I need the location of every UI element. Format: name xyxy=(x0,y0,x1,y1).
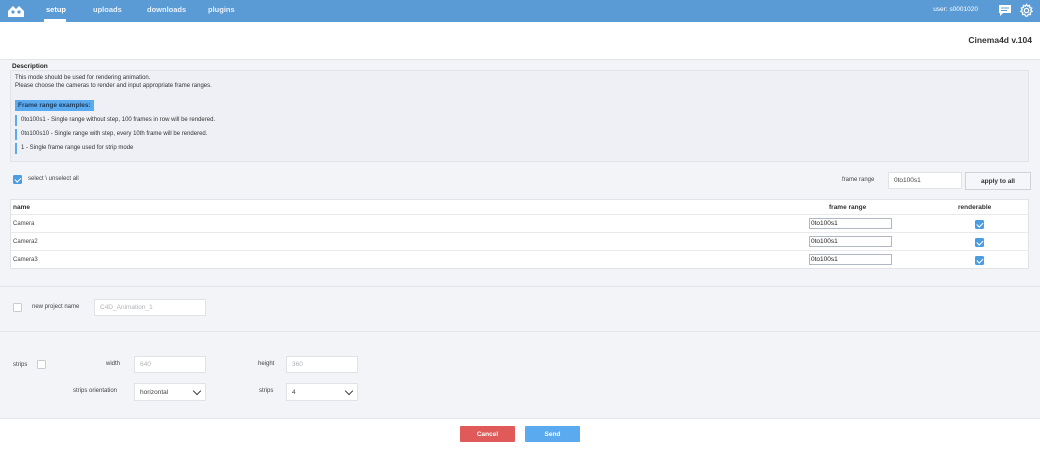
select-all-checkbox[interactable] xyxy=(13,175,22,184)
cancel-button[interactable]: Cancel xyxy=(460,426,515,442)
apply-to-all-button[interactable]: apply to all xyxy=(965,172,1031,190)
frame-range-input[interactable]: 0to100s1 xyxy=(888,172,962,189)
frame-range-example: 1 - Single frame range used for strip mo… xyxy=(15,143,133,154)
strips-orientation-label: strips orientation xyxy=(73,388,118,394)
camera-name: Camera3 xyxy=(13,257,38,263)
strips-count-select[interactable]: 4 xyxy=(286,383,358,401)
nav-tab-plugins[interactable]: plugins xyxy=(208,5,235,14)
table-row: Camera2 0to100s1 xyxy=(11,232,1028,250)
description-heading: Description xyxy=(12,63,48,70)
description-line: Please choose the cameras to render and … xyxy=(15,83,212,89)
strips-count-label: strips xyxy=(259,388,274,394)
width-input[interactable]: 640 xyxy=(134,356,206,373)
nav-tab-downloads[interactable]: downloads xyxy=(147,5,186,14)
nav-tab-setup[interactable]: setup xyxy=(46,5,66,14)
frame-range-examples-title: Frame range examples: xyxy=(15,100,94,111)
app-version-title: Cinema4d v.104 xyxy=(968,35,1032,45)
strips-label: strips xyxy=(13,362,28,368)
footer-bar: Cancel Send xyxy=(0,418,1040,450)
camera-name: Camera xyxy=(13,221,35,227)
description-panel: This mode should be used for rendering a… xyxy=(10,70,1029,162)
frame-range-label: frame range xyxy=(842,177,875,183)
column-header-name: name xyxy=(13,204,30,211)
renderable-checkbox[interactable] xyxy=(975,220,984,229)
user-label: user: s0001020 xyxy=(933,6,978,13)
nav-tab-uploads[interactable]: uploads xyxy=(93,5,122,14)
chevron-down-icon xyxy=(344,386,354,396)
section-divider xyxy=(0,331,1040,332)
height-input[interactable]: 360 xyxy=(286,356,358,373)
gear-icon[interactable] xyxy=(1019,3,1034,18)
strips-checkbox[interactable] xyxy=(37,360,46,369)
project-name-input[interactable]: C4D_Animation_1 xyxy=(94,299,206,316)
send-button[interactable]: Send xyxy=(525,426,580,442)
camera-frame-range-input[interactable]: 0to100s1 xyxy=(809,236,892,247)
renderable-checkbox[interactable] xyxy=(975,238,984,247)
select-all-label: select \ unselect all xyxy=(28,176,79,182)
height-label: height xyxy=(258,361,275,367)
new-project-label: new project name xyxy=(32,304,80,310)
column-header-renderable: renderable xyxy=(958,204,992,211)
logo-icon[interactable] xyxy=(7,3,25,19)
camera-frame-range-input[interactable]: 0to100s1 xyxy=(809,254,892,265)
chevron-down-icon xyxy=(192,386,202,396)
frame-range-example: 0to100s1 - Single range without step, 10… xyxy=(15,115,215,126)
width-label: width xyxy=(106,361,121,367)
section-divider xyxy=(0,286,1040,287)
camera-frame-range-input[interactable]: 0to100s1 xyxy=(809,218,892,229)
table-row: Camera3 0to100s1 xyxy=(11,250,1028,268)
frame-range-example: 0to100s10 - Single range with step, ever… xyxy=(15,129,207,140)
top-nav-bar: setup uploads downloads plugins user: s0… xyxy=(0,0,1040,22)
chat-icon[interactable] xyxy=(998,4,1012,17)
new-project-checkbox[interactable] xyxy=(13,303,22,312)
strips-orientation-select[interactable]: horizontal xyxy=(134,383,206,401)
column-header-frame-range: frame range xyxy=(829,204,867,211)
renderable-checkbox[interactable] xyxy=(975,256,984,265)
description-line: This mode should be used for rendering a… xyxy=(15,75,151,81)
table-row: Camera 0to100s1 xyxy=(11,214,1028,232)
camera-name: Camera2 xyxy=(13,239,38,245)
cameras-table: name frame range renderable Camera 0to10… xyxy=(10,199,1029,269)
page-header: Cinema4d v.104 xyxy=(0,22,1040,60)
